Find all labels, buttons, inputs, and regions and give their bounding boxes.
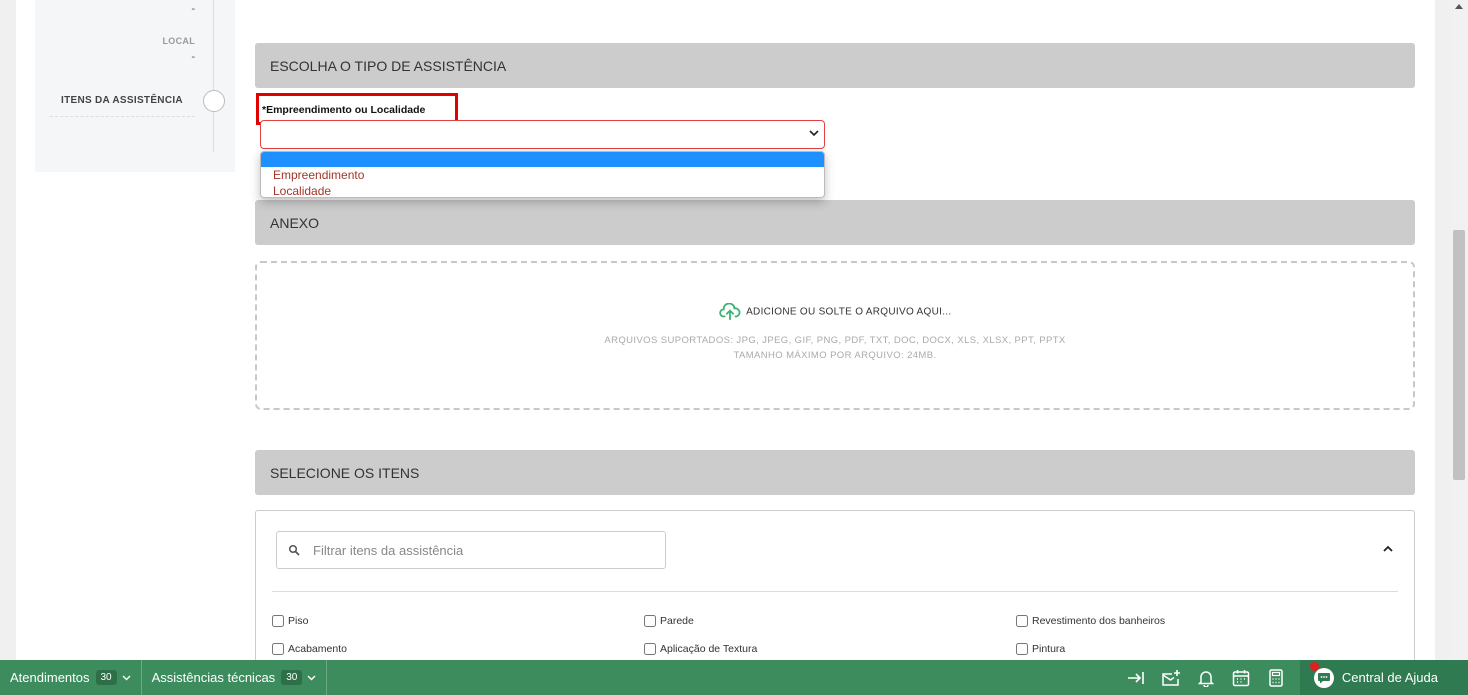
- step-value-local: -: [191, 51, 195, 63]
- supported-files-text: ARQUIVOS SUPORTADOS: JPG, JPEG, GIF, PNG…: [604, 335, 1066, 346]
- item-piso-label: Piso: [288, 615, 309, 627]
- item-aplicacao-textura-label: Aplicação de Textura: [660, 643, 758, 655]
- mail-add-icon: [1162, 669, 1181, 686]
- tab-atendimentos[interactable]: Atendimentos 30: [0, 660, 142, 695]
- select-empreendimento-localidade[interactable]: [260, 120, 825, 149]
- section-header-itens: SELECIONE OS ITENS: [255, 450, 1415, 495]
- dropzone-text: ADICIONE OU SOLTE O ARQUIVO AQUI...: [746, 306, 952, 318]
- step-itens-assistencia[interactable]: ITENS DA ASSISTÊNCIA: [61, 95, 183, 106]
- scroll-up-arrow-icon[interactable]: [1455, 4, 1463, 9]
- collapse-right-button[interactable]: [1119, 660, 1154, 695]
- section-header-anexo: ANEXO: [255, 200, 1415, 245]
- filter-items-input[interactable]: [313, 532, 653, 568]
- help-center-label: Central de Ajuda: [1341, 670, 1438, 685]
- notifications-button[interactable]: [1189, 660, 1224, 695]
- item-parede-checkbox[interactable]: [644, 615, 656, 627]
- chevron-down-icon: [307, 675, 316, 680]
- item-revestimento-banheiros[interactable]: Revestimento dos banheiros: [1016, 615, 1165, 627]
- item-revestimento-banheiros-label: Revestimento dos banheiros: [1032, 615, 1166, 627]
- item-aplicacao-textura-checkbox[interactable]: [644, 643, 656, 655]
- calculator-button[interactable]: [1259, 660, 1294, 695]
- max-size-text: TAMANHO MÁXIMO POR ARQUIVO: 24MB.: [733, 350, 937, 361]
- filter-box: [276, 531, 666, 569]
- item-pintura-label: Pintura: [1032, 643, 1066, 655]
- item-revestimento-banheiros-checkbox[interactable]: [1016, 615, 1028, 627]
- dropdown-option-empty[interactable]: [261, 152, 824, 167]
- calendar-button[interactable]: [1224, 660, 1259, 695]
- select-dropdown-list: Empreendimento Localidade: [260, 151, 825, 198]
- chevron-down-icon: [122, 675, 131, 680]
- item-piso[interactable]: Piso: [272, 615, 308, 627]
- tab-atendimentos-label: Atendimentos: [10, 670, 90, 685]
- item-pintura[interactable]: Pintura: [1016, 643, 1065, 655]
- step-line: [213, 0, 214, 152]
- item-parede-label: Parede: [660, 615, 694, 627]
- tab-assistencias-count: 30: [281, 670, 303, 685]
- help-center-button[interactable]: Central de Ajuda: [1299, 660, 1468, 695]
- bottom-bar-actions: Central de Ajuda: [1119, 660, 1468, 695]
- chevron-up-icon[interactable]: [1382, 544, 1394, 554]
- calculator-icon: [1269, 668, 1284, 687]
- dropdown-option-localidade[interactable]: Localidade: [261, 183, 824, 197]
- item-aplicacao-textura[interactable]: Aplicação de Textura: [644, 643, 757, 655]
- item-acabamento-checkbox[interactable]: [272, 643, 284, 655]
- items-panel: Piso Parede Revestimento dos banheiros A…: [255, 510, 1415, 670]
- scrollbar-thumb[interactable]: [1453, 230, 1465, 480]
- chevron-down-icon: [809, 130, 819, 137]
- step-circle-icon: [203, 90, 225, 112]
- items-divider: [272, 591, 1398, 592]
- item-pintura-checkbox[interactable]: [1016, 643, 1028, 655]
- step-divider: [50, 116, 195, 117]
- cloud-upload-icon: [718, 302, 740, 321]
- item-parede[interactable]: Parede: [644, 615, 694, 627]
- bottom-bar: Atendimentos 30 Assistências técnicas 30: [0, 660, 1468, 695]
- mail-add-button[interactable]: [1154, 660, 1189, 695]
- search-icon: [288, 544, 300, 556]
- dropdown-option-empreendimento[interactable]: Empreendimento: [261, 167, 824, 183]
- file-dropzone[interactable]: ADICIONE OU SOLTE O ARQUIVO AQUI... ARQU…: [255, 261, 1415, 410]
- step-value-previous: -: [191, 3, 195, 15]
- tab-assistencias-tecnicas[interactable]: Assistências técnicas 30: [142, 660, 328, 695]
- sidebar-steps: - LOCAL - ITENS DA ASSISTÊNCIA: [35, 0, 235, 172]
- item-piso-checkbox[interactable]: [272, 615, 284, 627]
- page-scrollbar[interactable]: [1450, 0, 1468, 660]
- bell-icon: [1198, 670, 1215, 687]
- item-acabamento[interactable]: Acabamento: [272, 643, 347, 655]
- section-header-tipo: ESCOLHA O TIPO DE ASSISTÊNCIA: [255, 43, 1415, 88]
- tab-atendimentos-count: 30: [95, 670, 117, 685]
- collapse-right-icon: [1128, 671, 1145, 684]
- item-acabamento-label: Acabamento: [288, 643, 347, 655]
- chat-help-icon: [1313, 667, 1334, 688]
- step-label-local: LOCAL: [162, 36, 195, 46]
- notification-dot: [1309, 662, 1319, 671]
- tab-assistencias-label: Assistências técnicas: [151, 670, 276, 685]
- calendar-icon: [1233, 669, 1250, 686]
- dropzone-prompt: ADICIONE OU SOLTE O ARQUIVO AQUI...: [257, 302, 1413, 321]
